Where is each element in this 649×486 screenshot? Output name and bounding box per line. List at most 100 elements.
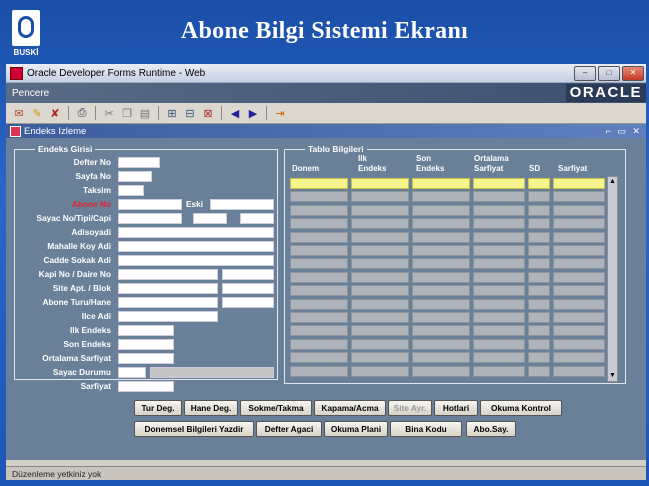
table-cell[interactable] <box>412 338 470 350</box>
table-cell[interactable] <box>412 191 470 203</box>
table-cell[interactable] <box>553 271 605 283</box>
table-cell[interactable] <box>528 191 550 203</box>
table-cell[interactable] <box>528 338 550 350</box>
table-cell[interactable] <box>473 338 525 350</box>
table-cell[interactable] <box>473 325 525 337</box>
taksim-field[interactable] <box>118 185 144 196</box>
table-cell[interactable] <box>412 231 470 243</box>
adisoyadi-field[interactable] <box>118 227 274 238</box>
table-cell[interactable] <box>412 271 470 283</box>
scroll-down-icon[interactable]: ▼ <box>608 371 617 381</box>
table-cell[interactable] <box>553 338 605 350</box>
table-cell[interactable] <box>553 352 605 364</box>
table-cell[interactable] <box>528 285 550 297</box>
table-cell[interactable] <box>473 312 525 323</box>
close-button[interactable]: ✕ <box>622 65 644 81</box>
table-cell[interactable] <box>528 218 550 230</box>
table-cell[interactable] <box>528 178 550 189</box>
table-cell[interactable] <box>290 245 348 256</box>
table-cell[interactable] <box>290 231 348 243</box>
menu-pencere[interactable]: Pencere <box>12 88 49 99</box>
cut-icon[interactable]: ✂ <box>102 106 116 120</box>
table-cell[interactable] <box>553 245 605 256</box>
table-cell[interactable] <box>473 298 525 310</box>
table-cell[interactable] <box>290 204 348 216</box>
mahalle-field[interactable] <box>118 241 274 252</box>
table-cell[interactable] <box>473 258 525 270</box>
table-cell[interactable] <box>290 325 348 337</box>
defter-agaci-button[interactable]: Defter Agaci <box>256 421 322 437</box>
window-controls[interactable]: ⌐ ▭ ✕ <box>606 126 642 137</box>
table-cell[interactable] <box>351 338 409 350</box>
exit-form-icon[interactable]: ⇥ <box>273 106 287 120</box>
table-cell[interactable] <box>290 285 348 297</box>
table-cell[interactable] <box>528 325 550 337</box>
defter-no-field[interactable] <box>118 157 160 168</box>
table-cell[interactable] <box>351 325 409 337</box>
table-cell[interactable] <box>528 365 550 377</box>
exit-icon[interactable]: ✘ <box>48 106 62 120</box>
table-cell[interactable] <box>553 178 605 189</box>
table-cell[interactable] <box>351 258 409 270</box>
table-cell[interactable] <box>351 298 409 310</box>
table-cell[interactable] <box>553 191 605 203</box>
daire-no-field[interactable] <box>222 269 274 280</box>
table-cell[interactable] <box>473 352 525 364</box>
table-cell[interactable] <box>290 312 348 323</box>
table-cell[interactable] <box>528 271 550 283</box>
kapama-acma-button[interactable]: Kapama/Acma <box>314 400 386 416</box>
query-icon[interactable]: ⊞ <box>165 106 179 120</box>
previous-record-icon[interactable]: ◀ <box>228 106 242 120</box>
minimize-button[interactable]: – <box>574 65 596 81</box>
save-icon[interactable]: ✉ <box>12 106 26 120</box>
table-cell[interactable] <box>473 285 525 297</box>
sayac-durumu-code-field[interactable] <box>118 367 146 378</box>
table-cell[interactable] <box>528 204 550 216</box>
table-cell[interactable] <box>473 191 525 203</box>
table-cell[interactable] <box>553 204 605 216</box>
table-cell[interactable] <box>553 325 605 337</box>
table-cell[interactable] <box>473 218 525 230</box>
table-cell[interactable] <box>412 258 470 270</box>
abo-say-button[interactable]: Abo.Say. <box>466 421 516 437</box>
table-cell[interactable] <box>528 245 550 256</box>
blok-field[interactable] <box>222 283 274 294</box>
kapi-no-field[interactable] <box>118 269 218 280</box>
table-cell[interactable] <box>412 178 470 189</box>
son-endeks-field[interactable] <box>118 339 174 350</box>
hotlari-button[interactable]: Hotlari <box>434 400 478 416</box>
table-cell[interactable] <box>290 352 348 364</box>
sayac-no-field[interactable] <box>118 213 182 224</box>
table-cell[interactable] <box>412 312 470 323</box>
ilce-field[interactable] <box>118 311 218 322</box>
cancel-query-icon[interactable]: ⊠ <box>201 106 215 120</box>
table-scrollbar[interactable]: ▲ ▼ <box>607 176 618 382</box>
sokme-takma-button[interactable]: Sokme/Takma <box>240 400 312 416</box>
table-cell[interactable] <box>351 352 409 364</box>
table-cell[interactable] <box>553 218 605 230</box>
hane-deg-button[interactable]: Hane Deg. <box>184 400 238 416</box>
table-cell[interactable] <box>553 298 605 310</box>
table-cell[interactable] <box>290 271 348 283</box>
table-cell[interactable] <box>351 245 409 256</box>
table-cell[interactable] <box>473 271 525 283</box>
abone-no-field[interactable] <box>118 199 182 210</box>
sayac-tipi-field[interactable] <box>193 213 227 224</box>
table-cell[interactable] <box>290 298 348 310</box>
eski-field[interactable] <box>210 199 274 210</box>
sayac-capi-field[interactable] <box>240 213 274 224</box>
site-apt-field[interactable] <box>118 283 218 294</box>
table-cell[interactable] <box>553 365 605 377</box>
sayfa-no-field[interactable] <box>118 171 152 182</box>
table-cell[interactable] <box>351 218 409 230</box>
table-cell[interactable] <box>412 245 470 256</box>
print-icon[interactable]: ⎙ <box>75 106 89 120</box>
table-cell[interactable] <box>553 258 605 270</box>
scroll-up-icon[interactable]: ▲ <box>608 177 617 187</box>
table-cell[interactable] <box>290 338 348 350</box>
tur-deg-button[interactable]: Tur Deg. <box>134 400 182 416</box>
site-ayr-button[interactable]: Site Ayr. <box>388 400 432 416</box>
table-cell[interactable] <box>351 365 409 377</box>
table-cell[interactable] <box>290 365 348 377</box>
table-cell[interactable] <box>351 178 409 189</box>
